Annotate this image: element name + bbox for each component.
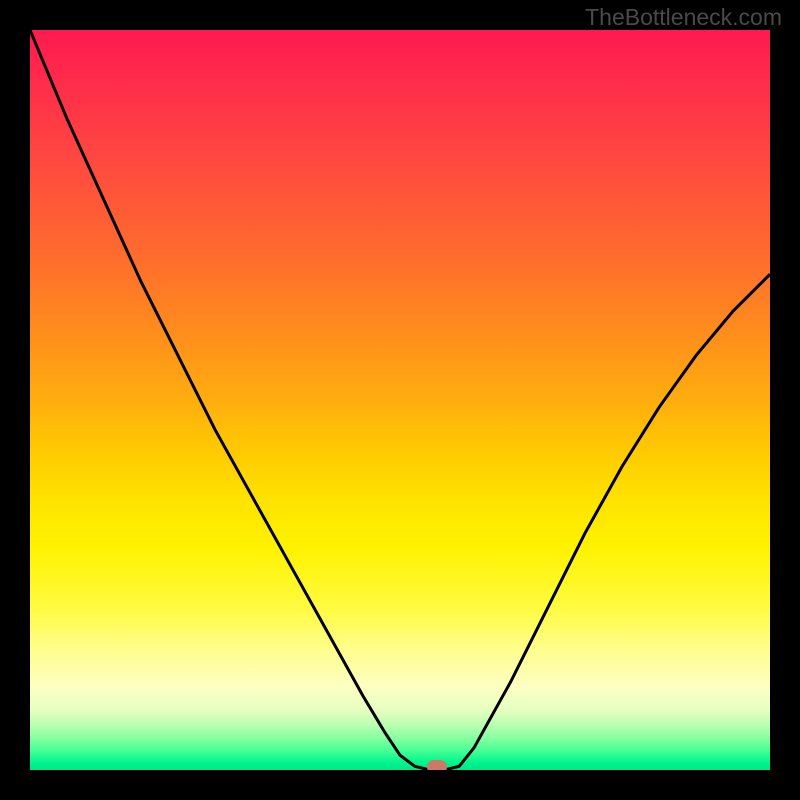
plot-area bbox=[30, 30, 770, 770]
bottleneck-curve bbox=[30, 30, 770, 770]
curve-svg bbox=[30, 30, 770, 770]
watermark-text: TheBottleneck.com bbox=[585, 4, 782, 31]
optimal-point-marker bbox=[427, 760, 447, 770]
chart-container: TheBottleneck.com bbox=[0, 0, 800, 800]
